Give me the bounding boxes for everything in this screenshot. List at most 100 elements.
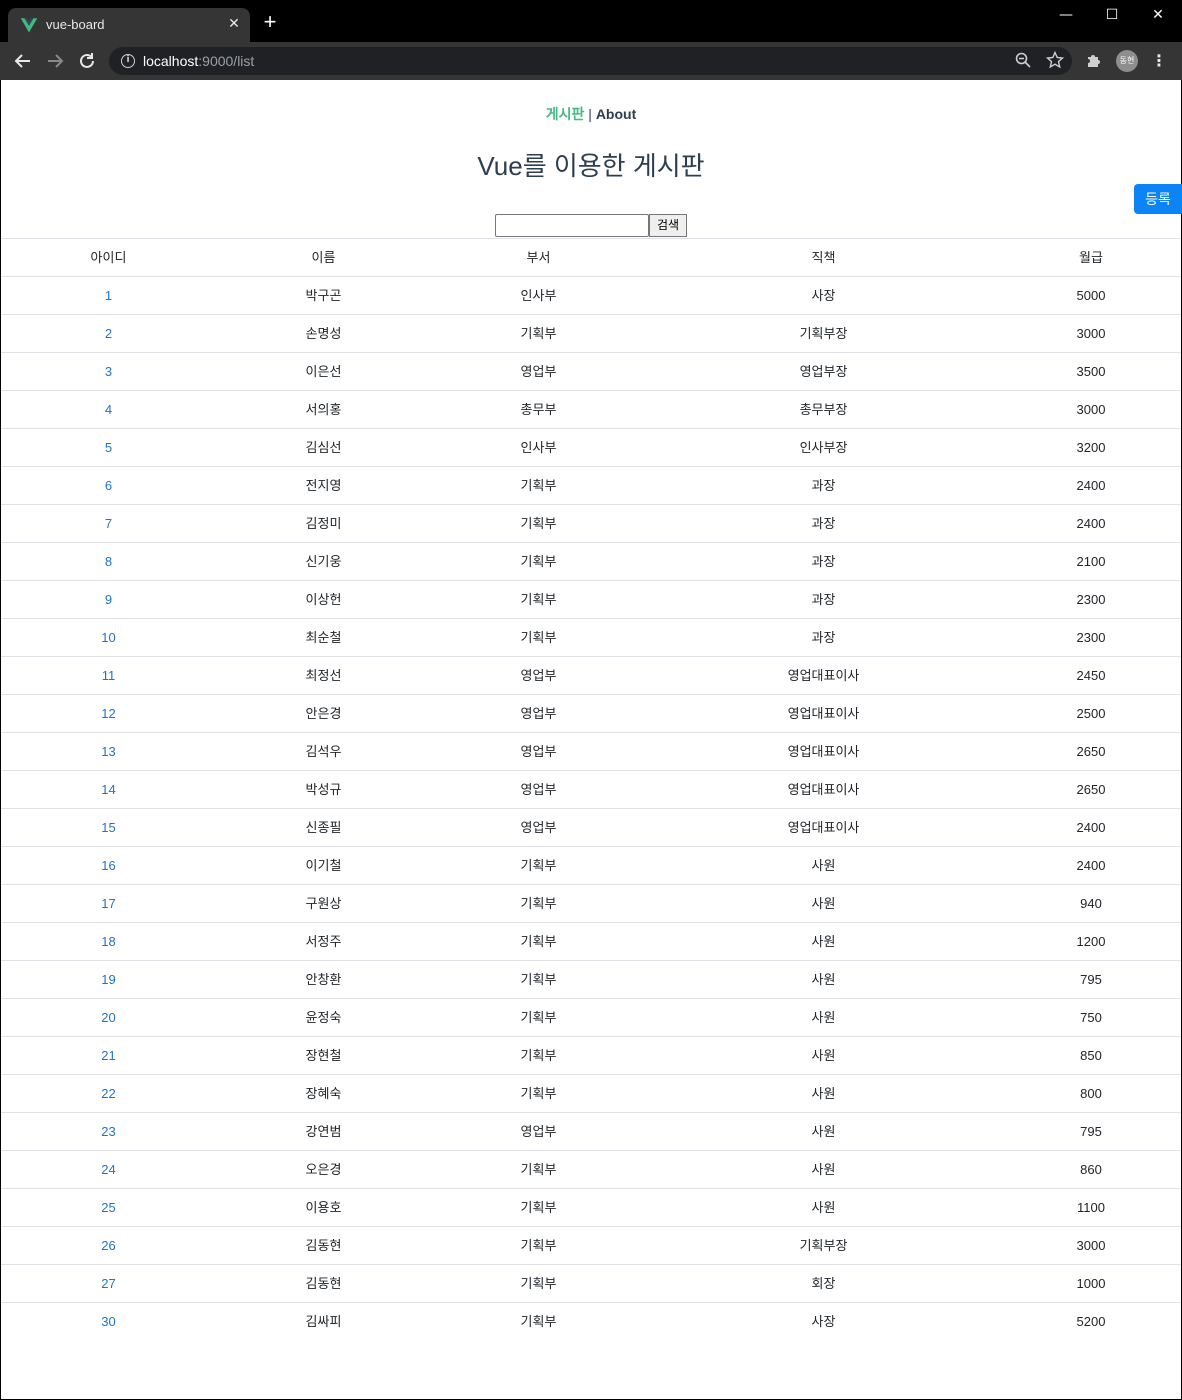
search-button[interactable]: 검색 [649,214,687,237]
cell-position: 영업대표이사 [787,782,860,797]
table-row[interactable]: 17 구원상 기획부 사원 940 [1,884,1181,922]
table-row[interactable]: 1 박구곤 인사부 사장 5000 [1,276,1181,314]
column-header-name: 이름 [311,250,336,265]
cell-id[interactable]: 6 [1,467,216,504]
cell-id[interactable]: 13 [1,733,216,770]
table-row[interactable]: 24 오은경 기획부 사원 860 [1,1150,1181,1188]
cell-salary: 3000 [1076,402,1106,417]
address-bar[interactable]: i localhost:9000/list [109,47,1072,75]
cell-name: 오은경 [305,1162,342,1177]
table-row[interactable]: 5 김심선 인사부 인사부장 3200 [1,428,1181,466]
url-text[interactable]: localhost:9000/list [143,53,254,69]
back-arrow-icon[interactable] [12,50,34,72]
cell-id[interactable]: 22 [1,1075,216,1112]
browser-tab[interactable]: vue-board ✕ [8,8,250,42]
cell-department: 기획부 [520,858,557,873]
cell-id[interactable]: 23 [1,1113,216,1150]
table-row[interactable]: 3 이은선 영업부 영업부장 3500 [1,352,1181,390]
cell-id[interactable]: 24 [1,1151,216,1188]
cell-id[interactable]: 8 [1,543,216,580]
cell-id[interactable]: 14 [1,771,216,808]
cell-id[interactable]: 4 [1,391,216,428]
window-close-button[interactable]: ✕ [1143,4,1173,26]
puzzle-icon[interactable] [1084,51,1104,71]
cell-id[interactable]: 19 [1,961,216,998]
table-row[interactable]: 13 김석우 영업부 영업대표이사 2650 [1,732,1181,770]
cell-id[interactable]: 3 [1,353,216,390]
table-row[interactable]: 25 이용호 기획부 사원 1100 [1,1188,1181,1226]
cell-id[interactable]: 26 [1,1227,216,1264]
cell-id[interactable]: 12 [1,695,216,732]
table-row[interactable]: 22 장혜숙 기획부 사원 800 [1,1074,1181,1112]
cell-salary: 850 [1080,1048,1102,1063]
cell-id[interactable]: 9 [1,581,216,618]
cell-id[interactable]: 2 [1,315,216,352]
tab-close-icon[interactable]: ✕ [226,14,242,34]
cell-id[interactable]: 27 [1,1265,216,1302]
cell-id[interactable]: 20 [1,999,216,1036]
cell-salary: 2400 [1076,478,1106,493]
table-row[interactable]: 27 김동현 기획부 회장 1000 [1,1264,1181,1302]
table-row[interactable]: 20 윤정숙 기획부 사원 750 [1,998,1181,1036]
window-minimize-button[interactable]: — [1051,4,1081,26]
table-row[interactable]: 2 손명성 기획부 기획부장 3000 [1,314,1181,352]
cell-id[interactable]: 1 [1,277,216,314]
cell-id[interactable]: 30 [1,1303,216,1340]
search-input[interactable] [495,214,649,237]
cell-salary: 3200 [1076,440,1106,455]
table-row[interactable]: 30 김싸피 기획부 사장 5200 [1,1302,1181,1340]
cell-id[interactable]: 17 [1,885,216,922]
table-row[interactable]: 23 강연범 영업부 사원 795 [1,1112,1181,1150]
cell-id[interactable]: 18 [1,923,216,960]
new-tab-button[interactable]: + [260,11,280,33]
table-row[interactable]: 18 서정주 기획부 사원 1200 [1,922,1181,960]
cell-name: 서의홍 [305,402,342,417]
table-row[interactable]: 7 김정미 기획부 과장 2400 [1,504,1181,542]
register-button[interactable]: 등록 [1134,184,1182,214]
table-row[interactable]: 26 김동현 기획부 기획부장 3000 [1,1226,1181,1264]
cell-department: 영업부 [520,782,557,797]
browser-toolbar: i localhost:9000/list 동현 ⋮ [0,42,1182,80]
cell-position: 과장 [811,478,836,493]
kebab-menu-icon[interactable]: ⋮ [1150,50,1168,72]
cell-id[interactable]: 16 [1,847,216,884]
table-row[interactable]: 9 이상헌 기획부 과장 2300 [1,580,1181,618]
profile-avatar[interactable]: 동현 [1116,50,1138,72]
cell-id[interactable]: 11 [1,657,216,694]
table-row[interactable]: 16 이기철 기획부 사원 2400 [1,846,1181,884]
cell-position: 사원 [811,934,836,949]
table-row[interactable]: 19 안창환 기획부 사원 795 [1,960,1181,998]
cell-position: 사원 [811,1200,836,1215]
info-icon[interactable]: i [121,54,135,68]
table-row[interactable]: 14 박성규 영업부 영업대표이사 2650 [1,770,1181,808]
table-row[interactable]: 4 서의홍 총무부 총무부장 3000 [1,390,1181,428]
cell-salary: 800 [1080,1086,1102,1101]
table-row[interactable]: 21 장현철 기획부 사원 850 [1,1036,1181,1074]
cell-department: 기획부 [520,1048,557,1063]
forward-arrow-icon[interactable] [44,50,66,72]
window-maximize-button[interactable]: ☐ [1097,4,1127,26]
star-icon[interactable] [1045,50,1065,71]
table-row[interactable]: 12 안은경 영업부 영업대표이사 2500 [1,694,1181,732]
cell-id[interactable]: 21 [1,1037,216,1074]
zoom-out-icon[interactable] [1013,51,1033,71]
cell-id[interactable]: 10 [1,619,216,656]
cell-id[interactable]: 7 [1,505,216,542]
reload-icon[interactable] [76,50,98,72]
nav-link-board[interactable]: 게시판 [546,106,585,122]
cell-salary: 1200 [1076,934,1106,949]
table-row[interactable]: 15 신종필 영업부 영업대표이사 2400 [1,808,1181,846]
cell-department: 영업부 [520,706,557,721]
cell-salary: 2400 [1076,820,1106,835]
cell-id[interactable]: 15 [1,809,216,846]
table-row[interactable]: 6 전지영 기획부 과장 2400 [1,466,1181,504]
column-header-position: 직책 [811,250,836,265]
table-row[interactable]: 10 최순철 기획부 과장 2300 [1,618,1181,656]
cell-id[interactable]: 5 [1,429,216,466]
cell-name: 안은경 [305,706,342,721]
cell-position: 기획부장 [799,1238,848,1253]
table-row[interactable]: 11 최정선 영업부 영업대표이사 2450 [1,656,1181,694]
cell-id[interactable]: 25 [1,1189,216,1226]
nav-link-about[interactable]: About [596,106,636,122]
table-row[interactable]: 8 신기웅 기획부 과장 2100 [1,542,1181,580]
